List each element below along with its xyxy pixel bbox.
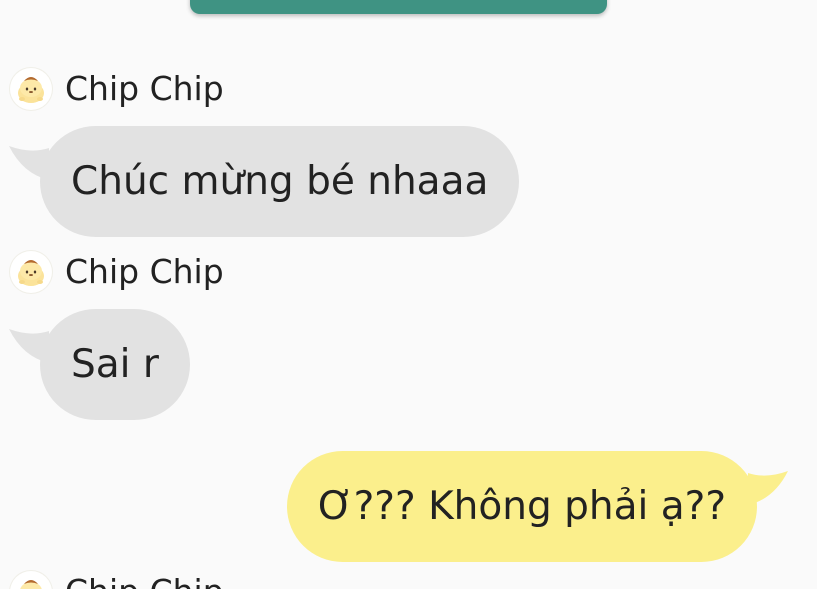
message-bubble-incoming[interactable]: Chúc mừng bé nhaaa xyxy=(9,126,520,237)
sender-row: Chip Chip xyxy=(10,571,224,589)
sender-name: Chip Chip xyxy=(65,69,224,108)
bubble-tail xyxy=(748,471,788,505)
sender-name: Chip Chip xyxy=(65,572,224,589)
chat-screen: Chip Chip Chúc mừng bé nhaaa Chip Chip S… xyxy=(0,0,817,589)
bubble-tail xyxy=(9,329,49,363)
message-text: Sai r xyxy=(71,342,159,387)
sender-name: Chip Chip xyxy=(65,252,224,291)
bubble-tail xyxy=(9,146,49,180)
top-action-bar[interactable] xyxy=(190,0,607,14)
message-bubble-incoming[interactable]: Sai r xyxy=(9,309,190,420)
message-text: Chúc mừng bé nhaaa xyxy=(71,159,489,204)
pompompurin-avatar-icon[interactable] xyxy=(10,68,52,110)
sender-row: Chip Chip xyxy=(10,68,224,110)
message-text: Ơ??? Không phải ạ?? xyxy=(318,484,727,529)
pompompurin-avatar-icon[interactable] xyxy=(10,251,52,293)
message-bubble-outgoing[interactable]: Ơ??? Không phải ạ?? xyxy=(287,451,788,562)
pompompurin-avatar-icon[interactable] xyxy=(10,571,52,589)
sender-row: Chip Chip xyxy=(10,251,224,293)
